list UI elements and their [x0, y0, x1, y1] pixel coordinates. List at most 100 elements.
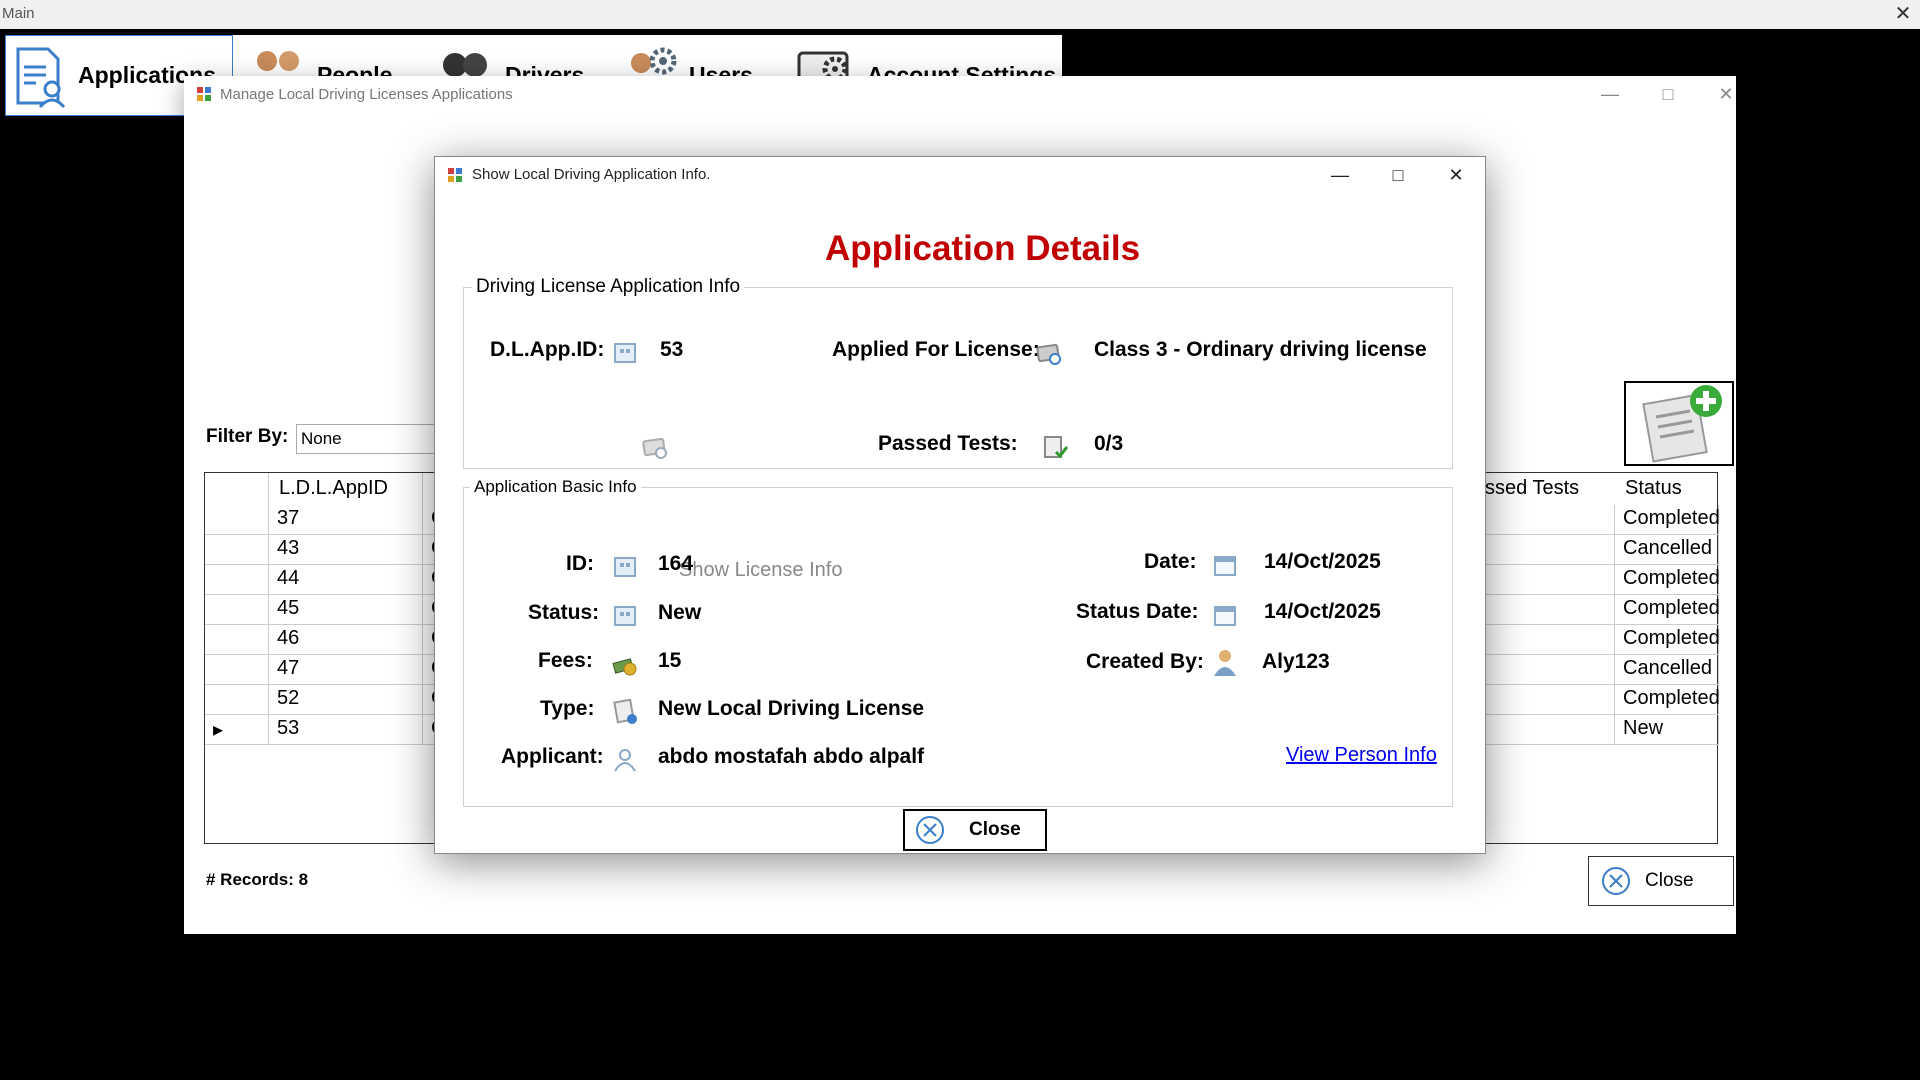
passed-tests-label: Passed Tests: [878, 432, 1018, 455]
type-label: Type: [540, 697, 595, 720]
status-date-value: 14/Oct/2025 [1264, 600, 1381, 623]
ldl-appid-cell[interactable]: 52 [269, 685, 423, 715]
created-by-label: Created By: [1086, 650, 1204, 673]
grid-header-status[interactable]: Status [1615, 473, 1719, 505]
row-marker[interactable] [205, 655, 269, 685]
window-app-icon [447, 167, 463, 183]
applications-icon [6, 43, 72, 109]
ldl-appid-cell[interactable]: 37 [269, 505, 423, 535]
grid-header-passed-tests[interactable]: ssed Tests [1475, 473, 1605, 505]
passed-tests-cell[interactable] [1475, 685, 1615, 715]
passed-tests-cell[interactable] [1475, 565, 1615, 595]
show-license-icon[interactable] [642, 434, 668, 460]
dialog-close-button[interactable]: Close [903, 809, 1047, 851]
ldl-appid-cell[interactable]: 44 [269, 565, 423, 595]
id-value: 164 [658, 552, 694, 575]
dialog-titlebar: Show Local Driving Application Info. — □… [435, 157, 1485, 193]
row-marker[interactable] [205, 685, 269, 715]
fees-label: Fees: [538, 649, 593, 672]
license-info-group: Driving License Application Info D.L.App… [463, 276, 1453, 581]
id-icon [612, 554, 638, 580]
dialog-title: Show Local Driving Application Info. [472, 166, 711, 183]
document-type-icon [612, 698, 638, 725]
type-value: New Local Driving License [658, 697, 925, 720]
status-cell[interactable]: Completed [1615, 625, 1720, 655]
main-close-icon[interactable]: ✕ [1890, 2, 1916, 26]
filter-by-select[interactable]: None [296, 424, 446, 454]
passed-tests-value: 0/3 [1094, 432, 1124, 455]
maximize-icon[interactable]: □ [1648, 78, 1688, 110]
grid-header-row-marker [205, 473, 269, 505]
passed-tests-cell[interactable] [1475, 625, 1615, 655]
add-document-icon [1642, 385, 1722, 463]
money-icon [612, 651, 638, 677]
dialog-close-label: Close [969, 819, 1021, 840]
filter-by-label: Filter By: [206, 426, 289, 447]
fees-value: 15 [658, 649, 682, 672]
calendar-icon [1212, 552, 1238, 578]
main-titlebar: Main ✕ [0, 0, 1920, 29]
license-card-icon [1036, 340, 1062, 366]
close-icon[interactable]: ✕ [1427, 157, 1485, 193]
status-label: Status: [528, 601, 600, 624]
ldl-appid-cell[interactable]: 53 [269, 715, 423, 745]
row-marker[interactable] [205, 505, 269, 535]
close-circle-icon [1602, 867, 1630, 895]
application-info-dialog: Show Local Driving Application Info. — □… [434, 156, 1486, 854]
passed-tests-icon [1042, 434, 1069, 460]
row-marker[interactable]: ▸ [205, 715, 269, 745]
add-application-button[interactable] [1624, 381, 1734, 466]
basic-group-legend: Application Basic Info [470, 477, 641, 497]
person-icon [612, 747, 638, 773]
manage-close-label: Close [1645, 870, 1694, 891]
dl-app-id-value: 53 [660, 338, 684, 361]
status-value: New [658, 601, 702, 624]
status-cell[interactable]: Completed [1615, 595, 1720, 625]
status-cell[interactable]: Cancelled [1615, 655, 1719, 685]
applied-for-license-label: Applied For License: [832, 338, 1040, 361]
applicant-label: Applicant: [501, 745, 604, 768]
status-cell[interactable]: Cancelled [1615, 535, 1719, 565]
status-cell[interactable]: New [1615, 715, 1719, 745]
user-icon [1212, 648, 1238, 676]
minimize-icon[interactable]: — [1311, 157, 1369, 193]
status-icon [612, 603, 638, 629]
records-count: # Records: 8 [206, 870, 309, 889]
main-window-title: Main [2, 5, 35, 22]
license-group-legend: Driving License Application Info [472, 276, 745, 298]
status-date-label: Status Date: [1076, 600, 1199, 623]
applied-for-license-value: Class 3 - Ordinary driving license [1094, 338, 1427, 361]
applicant-value: abdo mostafah abdo alpalf [658, 745, 925, 768]
passed-tests-cell[interactable] [1475, 595, 1615, 625]
grid-header-ldl-appid[interactable]: L.D.L.AppID [269, 473, 423, 505]
date-value: 14/Oct/2025 [1264, 550, 1381, 573]
minimize-icon[interactable]: — [1590, 78, 1630, 110]
id-label: ID: [566, 552, 594, 575]
close-icon[interactable]: ✕ [1706, 78, 1746, 110]
maximize-icon[interactable]: □ [1369, 157, 1427, 193]
passed-tests-cell[interactable] [1475, 655, 1615, 685]
manage-close-button[interactable]: Close [1588, 856, 1734, 906]
row-marker[interactable] [205, 625, 269, 655]
date-label: Date: [1144, 550, 1197, 573]
passed-tests-cell[interactable] [1475, 535, 1615, 565]
view-person-info-link[interactable]: View Person Info [1286, 744, 1437, 767]
calendar-icon [1212, 602, 1238, 628]
row-marker[interactable] [205, 565, 269, 595]
basic-info-group: Application Basic Info ID: 164 Status: N… [463, 477, 1453, 807]
passed-tests-cell[interactable] [1475, 505, 1615, 535]
manage-window-title: Manage Local Driving Licenses Applicatio… [220, 86, 513, 103]
passed-tests-cell[interactable] [1475, 715, 1615, 745]
status-cell[interactable]: Completed [1615, 685, 1720, 715]
row-marker[interactable] [205, 595, 269, 625]
ldl-appid-cell[interactable]: 46 [269, 625, 423, 655]
row-marker[interactable] [205, 535, 269, 565]
status-cell[interactable]: Completed [1615, 505, 1720, 535]
created-by-value: Aly123 [1262, 650, 1330, 673]
status-cell[interactable]: Completed [1615, 565, 1720, 595]
close-circle-icon [916, 816, 944, 844]
ldl-appid-cell[interactable]: 43 [269, 535, 423, 565]
ldl-appid-cell[interactable]: 47 [269, 655, 423, 685]
application-details-heading: Application Details [825, 229, 1141, 268]
ldl-appid-cell[interactable]: 45 [269, 595, 423, 625]
